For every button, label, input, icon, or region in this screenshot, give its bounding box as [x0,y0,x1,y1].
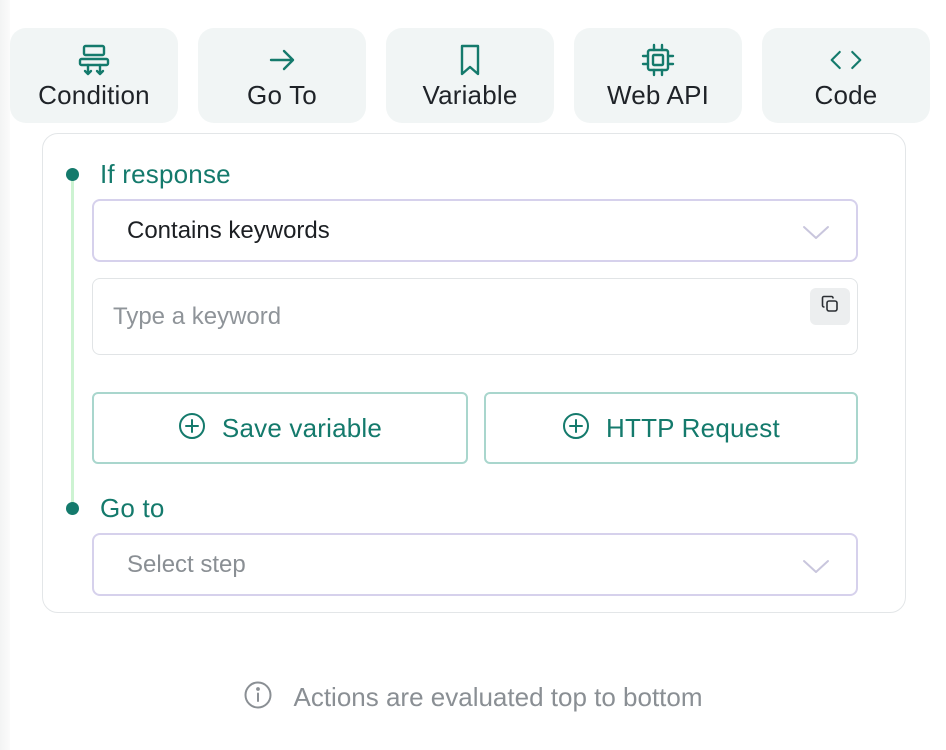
plus-circle-icon [562,412,590,445]
footer-note-text: Actions are evaluated top to bottom [293,681,703,712]
operator-select-value: Contains keywords [127,216,330,244]
timeline-dot-if [66,168,79,181]
info-icon [243,680,273,715]
code-icon [829,43,863,77]
operator-select[interactable]: Contains keywords [92,199,858,262]
if-response-title: If response [100,159,231,189]
variable-label: Variable [422,80,518,110]
code-label: Code [814,80,878,110]
goto-tile[interactable]: Go To [198,28,366,123]
condition-label: Condition [38,80,150,110]
arrow-right-icon [265,43,299,77]
copy-button[interactable] [810,288,850,325]
http-request-label: HTTP Request [606,412,780,443]
goto-title: Go to [100,493,165,523]
keyword-box [92,278,858,355]
condition-tile[interactable]: Condition [10,28,178,123]
footer-note: Actions are evaluated top to bottom [0,680,946,714]
plus-circle-icon [178,412,206,445]
http-request-button[interactable]: HTTP Request [484,392,858,464]
web-api-label: Web API [606,80,710,110]
save-variable-button[interactable]: Save variable [92,392,468,464]
left-edge-shade [0,0,10,750]
step-select[interactable]: Select step [92,533,858,596]
save-variable-label: Save variable [221,412,383,443]
code-tile[interactable]: Code [762,28,930,123]
timeline-dot-goto [66,502,79,515]
goto-label: Go To [247,80,317,110]
timeline-line [71,180,74,508]
condition-icon [77,43,111,77]
copy-icon [820,294,840,319]
step-select-placeholder: Select step [127,550,246,578]
chip-icon [641,43,675,77]
bookmark-icon [453,43,487,77]
keyword-input[interactable] [113,299,793,335]
variable-tile[interactable]: Variable [386,28,554,123]
chevron-down-icon [802,555,830,582]
web-api-tile[interactable]: Web API [574,28,742,123]
chevron-down-icon [802,221,830,248]
condition-editor: Condition Go To Variable Web API Code If… [0,0,946,750]
